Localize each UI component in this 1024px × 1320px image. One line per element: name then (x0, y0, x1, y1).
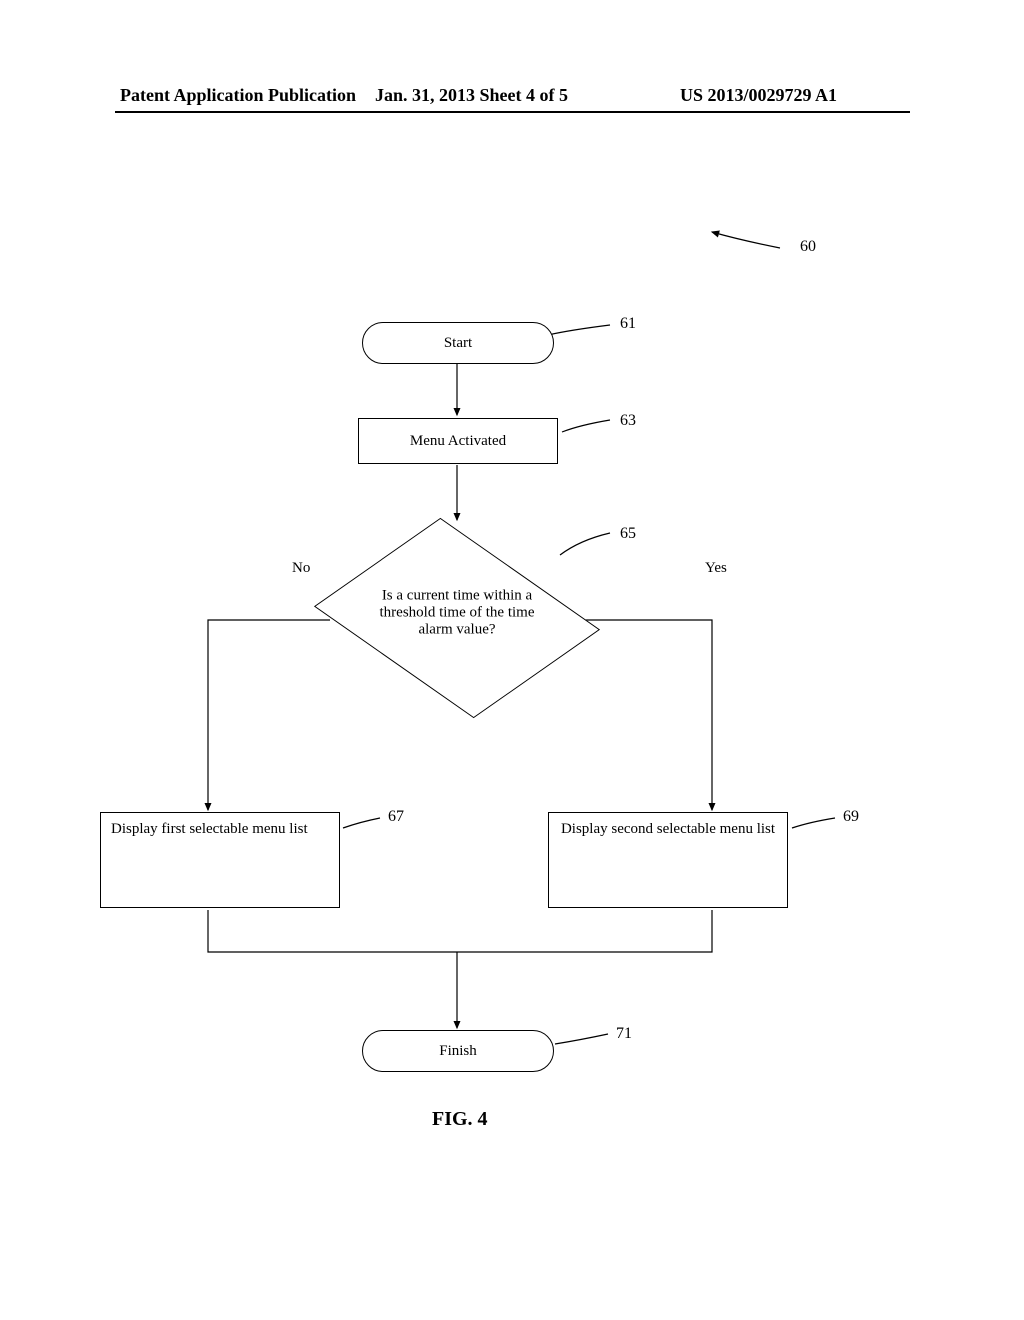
menu-activated-label: Menu Activated (410, 433, 506, 450)
yes-label: Yes (705, 560, 727, 577)
second-list-box: Display second selectable menu list (548, 812, 788, 908)
start-label: Start (444, 335, 472, 352)
ref-61: 61 (620, 315, 636, 333)
finish-terminator: Finish (362, 1030, 554, 1072)
first-list-label: Display first selectable menu list (111, 821, 308, 838)
second-list-label: Display second selectable menu list (561, 821, 775, 838)
finish-label: Finish (439, 1043, 477, 1060)
first-list-box: Display first selectable menu list (100, 812, 340, 908)
ref-67: 67 (388, 808, 404, 826)
ref-71: 71 (616, 1025, 632, 1043)
ref-69: 69 (843, 808, 859, 826)
decision-text: Is a current time within a threshold tim… (367, 587, 547, 638)
ref-60: 60 (800, 238, 816, 256)
ref-63: 63 (620, 412, 636, 430)
menu-activated-box: Menu Activated (358, 418, 558, 464)
decision-diamond: Is a current time within a threshold tim… (317, 518, 597, 718)
ref-65: 65 (620, 525, 636, 543)
flowchart: Start Menu Activated Is a current time w… (0, 0, 1024, 1320)
no-label: No (292, 560, 310, 577)
figure-caption: FIG. 4 (432, 1108, 488, 1131)
start-terminator: Start (362, 322, 554, 364)
